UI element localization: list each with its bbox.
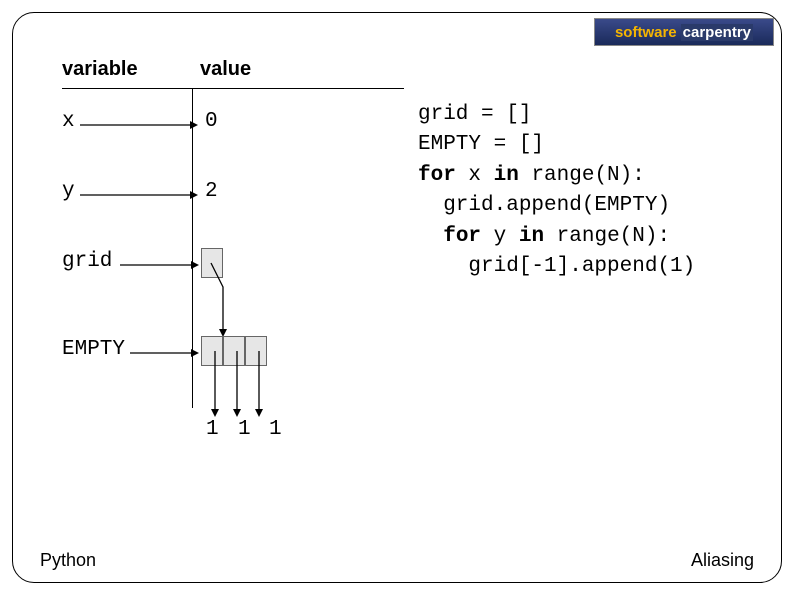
- code-line-4: grid.append(EMPTY): [418, 194, 670, 217]
- code-kw-for-1: for: [418, 164, 456, 187]
- element-value-0: 1: [206, 418, 219, 441]
- header-value: value: [200, 58, 251, 81]
- arrow-grid: [120, 261, 199, 269]
- footer-left: Python: [40, 550, 96, 571]
- element-value-2: 1: [269, 418, 282, 441]
- code-block: grid = [] EMPTY = [] for x in range(N): …: [418, 100, 695, 283]
- row-x-label: x: [62, 110, 75, 133]
- header-variable: variable: [62, 58, 138, 81]
- arrow-cell-2: [255, 351, 263, 417]
- slide-border: [12, 12, 782, 583]
- code-kw-in-2: in: [519, 225, 544, 248]
- code-line-2: EMPTY = []: [418, 133, 544, 156]
- column-separator: [192, 88, 193, 408]
- arrow-empty: [130, 349, 199, 357]
- arrow-y: [80, 191, 198, 199]
- code-kw-in-1: in: [494, 164, 519, 187]
- logo-word-software: software: [615, 24, 677, 41]
- code-line-1: grid = []: [418, 103, 531, 126]
- arrow-grid-to-empty: [211, 263, 251, 339]
- row-x-value: 0: [205, 110, 218, 133]
- row-grid-label: grid: [62, 250, 112, 273]
- code-kw-for-2: for: [443, 225, 481, 248]
- element-value-1: 1: [238, 418, 251, 441]
- code-line-6: grid[-1].append(1): [418, 255, 695, 278]
- header-rule: [62, 88, 404, 89]
- arrow-x: [80, 121, 198, 129]
- arrow-cell-0: [211, 351, 219, 417]
- logo-word-carpentry: carpentry: [681, 24, 753, 41]
- arrow-cell-1: [233, 351, 241, 417]
- row-y-value: 2: [205, 180, 218, 203]
- software-carpentry-logo: software carpentry: [594, 18, 774, 46]
- footer-right: Aliasing: [691, 550, 754, 571]
- row-y-label: y: [62, 180, 75, 203]
- row-empty-label: EMPTY: [62, 338, 125, 361]
